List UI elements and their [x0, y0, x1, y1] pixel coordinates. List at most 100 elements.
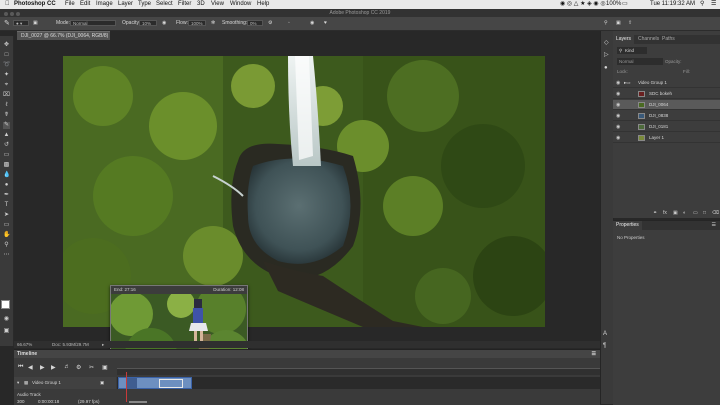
- menu-type[interactable]: Type: [138, 0, 151, 9]
- layer-row-dji-0838[interactable]: ◉ DJI_0838: [613, 111, 720, 121]
- play-icon[interactable]: ▶: [40, 364, 45, 371]
- battery-icon[interactable]: ▭: [622, 0, 628, 9]
- adjustment-layer-icon[interactable]: ◐: [683, 210, 686, 217]
- properties-menu-icon[interactable]: ☰: [712, 221, 716, 230]
- apple-icon[interactable]: : [5, 0, 10, 9]
- new-group-icon[interactable]: ▭: [693, 210, 698, 217]
- clone-stamp-tool-icon[interactable]: ▲: [3, 132, 10, 139]
- smoothing-field[interactable]: 0%: [247, 20, 263, 26]
- timeline-menu-icon[interactable]: ☰: [592, 350, 596, 358]
- visibility-eye-icon[interactable]: ◉: [616, 89, 620, 99]
- visibility-eye-icon[interactable]: ◉: [616, 78, 620, 88]
- symmetry-icon[interactable]: ♥: [324, 17, 327, 30]
- link-layers-icon[interactable]: ⚭: [653, 210, 657, 217]
- video-track-header[interactable]: ▾ ▩ Video Group 1 ▣: [14, 377, 116, 389]
- new-layer-icon[interactable]: □: [703, 210, 706, 217]
- tab-layers[interactable]: Layers: [613, 35, 635, 44]
- marquee-tool-icon[interactable]: □: [3, 52, 10, 59]
- eyedropper-tool-icon[interactable]: ℓ: [3, 102, 10, 109]
- foreground-color-swatch[interactable]: [1, 300, 10, 309]
- brush-preset-picker[interactable]: ● ▾: [13, 20, 29, 26]
- pressure-size-icon[interactable]: ◉: [310, 17, 314, 30]
- split-clip-icon[interactable]: ✂: [89, 364, 94, 371]
- delete-layer-icon[interactable]: ⌫: [712, 210, 719, 217]
- brush-tool-icon[interactable]: ✎: [4, 17, 10, 30]
- mode-select[interactable]: Normal: [70, 20, 116, 26]
- options-search-icon[interactable]: ⚲: [604, 17, 608, 30]
- paragraph-panel-icon[interactable]: A: [603, 331, 607, 337]
- settings-gear-icon[interactable]: ⚙: [76, 364, 81, 371]
- blend-mode-select[interactable]: Normal: [617, 58, 663, 65]
- current-timecode[interactable]: 0:00:00:18: [38, 399, 59, 405]
- mute-audio-icon[interactable]: ♬: [64, 364, 70, 370]
- menu-3d[interactable]: 3D: [197, 0, 205, 9]
- menu-app-name[interactable]: Photoshop CC: [14, 0, 56, 9]
- menu-clock[interactable]: Tue 11:19:32 AM: [650, 0, 695, 9]
- layer-style-icon[interactable]: fx: [663, 210, 667, 217]
- previous-frame-icon[interactable]: ◀: [28, 364, 33, 371]
- angle-icon[interactable]: ◦: [288, 17, 290, 30]
- actions-panel-icon[interactable]: ▷: [604, 51, 609, 58]
- menu-window[interactable]: Window: [230, 0, 251, 9]
- menu-view[interactable]: View: [211, 0, 224, 9]
- crop-tool-icon[interactable]: ⌖: [3, 82, 10, 89]
- history-panel-icon[interactable]: ◇: [604, 39, 609, 46]
- workspace-icon[interactable]: ▣: [616, 17, 621, 30]
- swatches-panel-icon[interactable]: ●: [604, 65, 608, 71]
- search-icon[interactable]: ⚲: [700, 0, 704, 9]
- opacity-field[interactable]: 10%: [139, 20, 157, 26]
- track-collapse-icon[interactable]: ▾: [17, 377, 19, 389]
- visibility-eye-icon[interactable]: ◉: [616, 100, 620, 110]
- track-menu-icon[interactable]: ▣: [100, 377, 104, 389]
- layer-row-layer-1[interactable]: ◉ Layer 1: [613, 133, 720, 143]
- timeline-zoom-slider[interactable]: [129, 401, 147, 403]
- next-frame-icon[interactable]: ▶: [51, 364, 56, 371]
- zoom-level[interactable]: 66.67%: [17, 341, 32, 348]
- eraser-tool-icon[interactable]: ▭: [3, 152, 10, 159]
- status-menu-icon[interactable]: ▸: [102, 341, 104, 348]
- character-panel-icon[interactable]: ¶: [603, 343, 606, 349]
- menu-help[interactable]: Help: [257, 0, 269, 9]
- tab-properties[interactable]: Properties: [613, 221, 642, 230]
- path-select-tool-icon[interactable]: ➤: [3, 212, 10, 219]
- blur-tool-icon[interactable]: 💧: [3, 172, 10, 179]
- frame-tool-icon[interactable]: ⌧: [3, 92, 10, 99]
- menu-file[interactable]: File: [65, 0, 75, 9]
- layer-row-dji-0181[interactable]: ◉ DJI_0181: [613, 122, 720, 132]
- pen-tool-icon[interactable]: ✒: [3, 192, 10, 199]
- minimize-window-button[interactable]: [10, 12, 14, 16]
- menu-list-icon[interactable]: ☰: [711, 0, 716, 9]
- menu-edit[interactable]: Edit: [80, 0, 90, 9]
- doc-size-info[interactable]: Doc: 5.93M/29.7M: [52, 341, 89, 348]
- more-tools-icon[interactable]: ⋯: [3, 252, 10, 259]
- status-icons[interactable]: ◉ ◎ △ ★ ◈ ◉ ◎: [560, 0, 606, 9]
- folder-icon[interactable]: ▸▭: [624, 78, 631, 88]
- quick-select-tool-icon[interactable]: ✦: [3, 72, 10, 79]
- dodge-tool-icon[interactable]: ●: [3, 182, 10, 189]
- lasso-tool-icon[interactable]: ➰: [3, 62, 10, 69]
- brush-panel-icon[interactable]: ▣: [33, 17, 38, 30]
- flow-field[interactable]: 100%: [188, 20, 206, 26]
- type-tool-icon[interactable]: T: [3, 202, 10, 209]
- layer-row-sdc-bokeh[interactable]: ◉ SDC bokeh: [613, 89, 720, 99]
- visibility-eye-icon[interactable]: ◉: [616, 122, 620, 132]
- hand-tool-icon[interactable]: ✋: [3, 232, 10, 239]
- menu-filter[interactable]: Filter: [178, 0, 191, 9]
- brush-tool-icon[interactable]: ✎: [3, 122, 10, 129]
- airbrush-icon[interactable]: ✻: [211, 17, 215, 30]
- gradient-tool-icon[interactable]: ▩: [3, 162, 10, 169]
- move-tool-icon[interactable]: ✥: [3, 42, 10, 49]
- playhead[interactable]: [126, 372, 127, 402]
- document-tab[interactable]: DJI_0027 @ 66.7% (DJI_0064, RGB/8) *: [17, 31, 110, 48]
- video-clip[interactable]: [118, 377, 192, 389]
- visibility-eye-icon[interactable]: ◉: [616, 133, 620, 143]
- screen-mode-icon[interactable]: ▣: [3, 328, 10, 335]
- history-brush-tool-icon[interactable]: ↺: [3, 142, 10, 149]
- menu-layer[interactable]: Layer: [118, 0, 133, 9]
- time-ruler[interactable]: [117, 368, 600, 375]
- layer-row-dji-0064[interactable]: ◉ DJI_0064: [613, 100, 720, 110]
- zoom-tool-icon[interactable]: ⚲: [3, 242, 10, 249]
- quick-mask-icon[interactable]: ◉: [3, 316, 10, 323]
- go-to-first-frame-icon[interactable]: ⏮: [18, 364, 23, 371]
- menu-image[interactable]: Image: [96, 0, 113, 9]
